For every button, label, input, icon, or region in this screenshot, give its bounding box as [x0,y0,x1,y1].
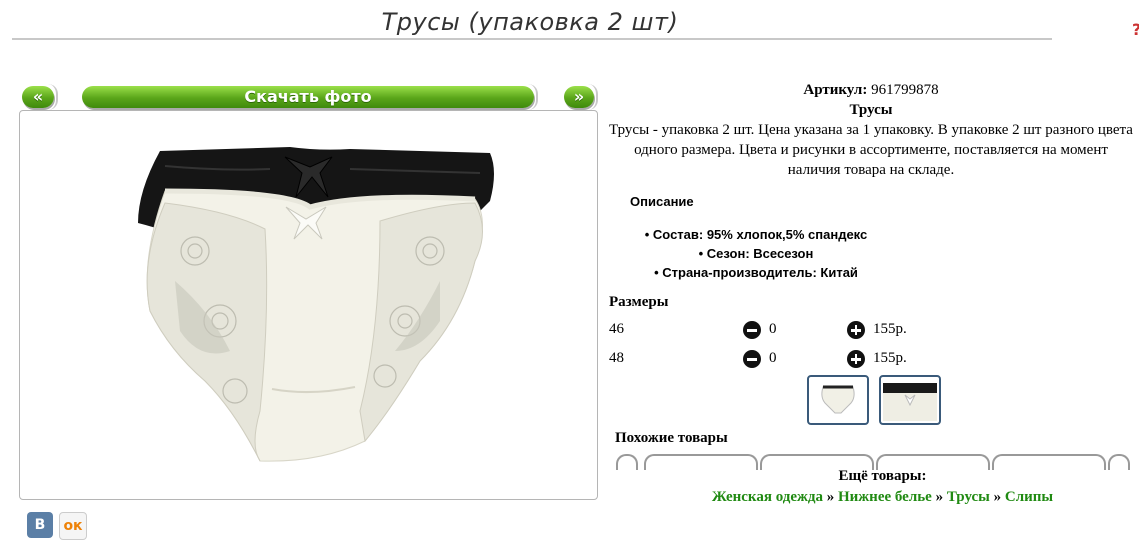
plus-icon[interactable] [847,350,865,368]
size-value: 46 [609,321,624,337]
article-label: Артикул: [803,82,868,98]
thumbnail-image [821,385,855,414]
thumbnail-2[interactable] [879,375,941,425]
properties-list: Состав: 95% хлопок,5% спандекс Сезон: Вс… [606,225,906,282]
more-heading: Ещё товары: [838,468,927,484]
thumbnail-1[interactable] [807,375,869,425]
price-value: 155р. [873,321,907,337]
quantity-value: 0 [769,321,777,337]
quantity-value: 0 [769,350,777,366]
title-divider [12,38,1052,40]
size-row: 48 0 155р. [609,350,929,372]
ok-share-icon[interactable]: ок [59,512,87,540]
close-icon[interactable]: ? [1132,20,1139,39]
page-title: Трусы (упаковка 2 шт) [381,8,679,36]
property-composition: Состав: 95% хлопок,5% спандекс [606,225,906,244]
prev-photo-button[interactable]: « [22,84,58,110]
minus-icon[interactable] [743,321,761,339]
product-name: Трусы [849,102,893,118]
plus-icon[interactable] [847,321,865,339]
more-products: Ещё товары: Женская одежда » Нижнее бель… [610,466,1139,508]
vk-share-icon[interactable]: В [27,512,53,538]
crumb-slips[interactable]: Слипы [1005,489,1053,505]
crumb-separator: » [935,489,944,505]
product-description: Трусы - упаковка 2 шт. Цена указана за 1… [609,122,1133,178]
property-country: Страна-производитель: Китай [606,263,906,282]
product-info: Артикул: 961799878 Трусы Трусы - упаковк… [606,80,1136,180]
thumbnail-image [883,383,937,421]
property-season: Сезон: Всесезон [606,244,906,263]
sizes-heading: Размеры [609,294,669,310]
similar-heading: Похожие товары [615,430,728,446]
article-line: Артикул: 961799878 [606,80,1136,100]
product-photo[interactable] [19,110,598,500]
size-row: 46 0 155р. [609,321,929,343]
description-heading: Описание [630,194,694,209]
product-image [138,147,494,462]
breadcrumb: Женская одежда » Нижнее белье » Трусы » … [610,487,1139,508]
crumb-separator: » [826,489,835,505]
crumb-briefs[interactable]: Трусы [947,489,990,505]
article-value: 961799878 [871,82,939,98]
crumb-underwear[interactable]: Нижнее белье [838,489,932,505]
download-photo-button[interactable]: Скачать фото [82,84,538,110]
crumb-women-clothing[interactable]: Женская одежда [712,489,823,505]
price-value: 155р. [873,350,907,366]
minus-icon[interactable] [743,350,761,368]
next-photo-button[interactable]: » [564,84,598,110]
crumb-separator: » [993,489,1002,505]
size-value: 48 [609,350,624,366]
